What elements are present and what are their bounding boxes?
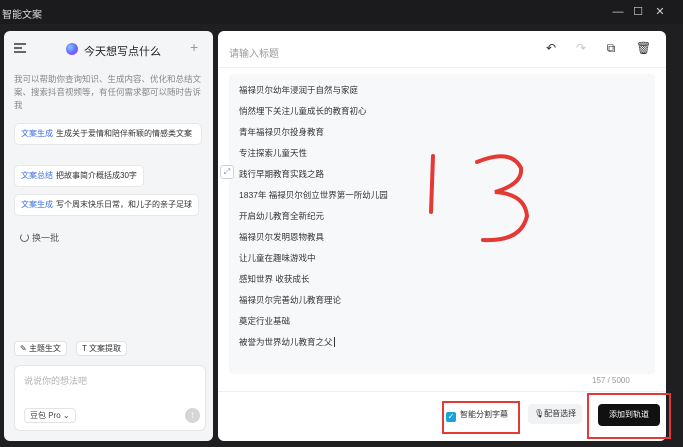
refresh-suggestions-button[interactable]: 换一批 bbox=[20, 231, 59, 244]
script-line: 让儿童在趣味游戏中 bbox=[239, 253, 316, 263]
handwritten-one-stroke bbox=[429, 154, 435, 214]
assistant-logo-icon bbox=[66, 43, 78, 55]
expand-icon[interactable]: ⤢ bbox=[220, 165, 234, 179]
script-line: 福禄贝尔完善幼儿教育理论 bbox=[239, 295, 342, 305]
script-line: 被誉为世界幼儿教育之父 bbox=[239, 337, 333, 347]
title-bar: 智能文案 — ☐ ✕ bbox=[0, 0, 683, 24]
voice-select-button[interactable]: 🎙︎配音选择 bbox=[528, 404, 583, 424]
model-selector[interactable]: 豆包 Pro ⌄ bbox=[24, 408, 76, 423]
copy-icon[interactable]: ⧉ bbox=[604, 41, 618, 55]
suggestion-tag: 文案生成 bbox=[21, 129, 53, 138]
assistant-intro: 我可以帮助你查询知识、生成内容、优化和总结文案、搜索抖音视频等，有任何需求都可以… bbox=[14, 74, 202, 110]
pen-icon: ✎ bbox=[20, 344, 29, 353]
script-line: 开启幼儿教育全新纪元 bbox=[239, 211, 325, 221]
refresh-label: 换一批 bbox=[32, 233, 60, 243]
redo-icon[interactable]: ↷ bbox=[574, 41, 588, 55]
divider bbox=[218, 67, 666, 68]
script-line: 青年福禄贝尔投身教育 bbox=[239, 127, 325, 137]
script-line: 福禄贝尔发明恩物教具 bbox=[239, 232, 325, 242]
menu-icon[interactable] bbox=[14, 43, 26, 53]
suggestion-text: 写个周末快乐日常，和儿子的亲子足球 bbox=[56, 200, 192, 209]
assistant-heading: 今天想写点什么 bbox=[84, 46, 161, 58]
annotation-box-add-track bbox=[587, 393, 671, 439]
text-extract-chip[interactable]: T 文案提取 bbox=[76, 341, 127, 356]
chip-label: 主题生文 bbox=[28, 344, 61, 353]
char-counter: 157 / 5000 bbox=[592, 376, 630, 385]
script-line: 奠定行业基础 bbox=[239, 316, 291, 326]
prompt-placeholder: 说说你的想法吧 bbox=[24, 376, 88, 386]
undo-icon[interactable]: ↶ bbox=[544, 41, 558, 55]
maximize-button[interactable]: ☐ bbox=[630, 4, 646, 20]
suggestion-text: 把故事简介概括成30字 bbox=[56, 171, 137, 180]
script-line: 感知世界 收获成长 bbox=[239, 274, 310, 284]
new-chat-button[interactable]: + bbox=[190, 39, 198, 55]
model-label: 豆包 Pro bbox=[30, 411, 61, 420]
handwritten-three-stroke bbox=[475, 154, 530, 243]
script-line: 福禄贝尔幼年浸润于自然与家庭 bbox=[239, 85, 359, 95]
send-button[interactable]: ↑ bbox=[185, 408, 200, 423]
text-icon: T bbox=[82, 344, 89, 353]
prompt-input[interactable]: 说说你的想法吧 豆包 Pro ⌄ ↑ bbox=[14, 365, 206, 431]
suggestion-text: 生成关于爱情和陪伴新颖的情感类文案 bbox=[56, 129, 192, 138]
topic-generate-chip[interactable]: ✎ 主题生文 bbox=[14, 341, 67, 356]
suggestion-card[interactable]: 文案生成 生成关于爱情和陪伴新颖的情感类文案 bbox=[14, 123, 202, 145]
suggestion-card[interactable]: 文案生成 写个周末快乐日常，和儿子的亲子足球 bbox=[14, 194, 199, 216]
handwritten-number-annotation bbox=[429, 154, 530, 243]
voice-label: 配音选择 bbox=[544, 409, 577, 418]
chip-label: 文案提取 bbox=[88, 344, 121, 353]
text-caret bbox=[333, 337, 335, 347]
annotation-box-smart-split bbox=[442, 401, 520, 434]
assistant-panel: 今天想写点什么 + 我可以帮助你查询知识、生成内容、优化和总结文案、搜索抖音视频… bbox=[4, 31, 213, 441]
suggestion-tag: 文案总结 bbox=[21, 171, 53, 180]
close-button[interactable]: ✕ bbox=[652, 4, 668, 20]
delete-icon[interactable]: 🗑 bbox=[636, 41, 651, 55]
script-line: 践行早期教育实践之路 bbox=[239, 169, 325, 179]
refresh-icon bbox=[20, 233, 29, 242]
microphone-icon: 🎙︎ bbox=[534, 409, 545, 418]
chevron-down-icon: ⌄ bbox=[62, 411, 70, 420]
suggestion-tag: 文案生成 bbox=[21, 200, 53, 209]
title-input[interactable]: 请输入标题 bbox=[229, 45, 279, 60]
script-line: 专注探索儿童天性 bbox=[239, 148, 308, 158]
minimize-button[interactable]: — bbox=[610, 4, 626, 20]
script-line: 悄然埋下关注儿童成长的教育初心 bbox=[239, 106, 367, 116]
suggestion-card[interactable]: 文案总结 把故事简介概括成30字 bbox=[14, 165, 144, 187]
script-line-last: 被誉为世界幼儿教育之父 bbox=[239, 336, 335, 348]
window-title: 智能文案 bbox=[2, 10, 42, 21]
script-line: 1837年 福禄贝尔创立世界第一所幼儿园 bbox=[239, 190, 388, 200]
divider bbox=[218, 391, 666, 392]
